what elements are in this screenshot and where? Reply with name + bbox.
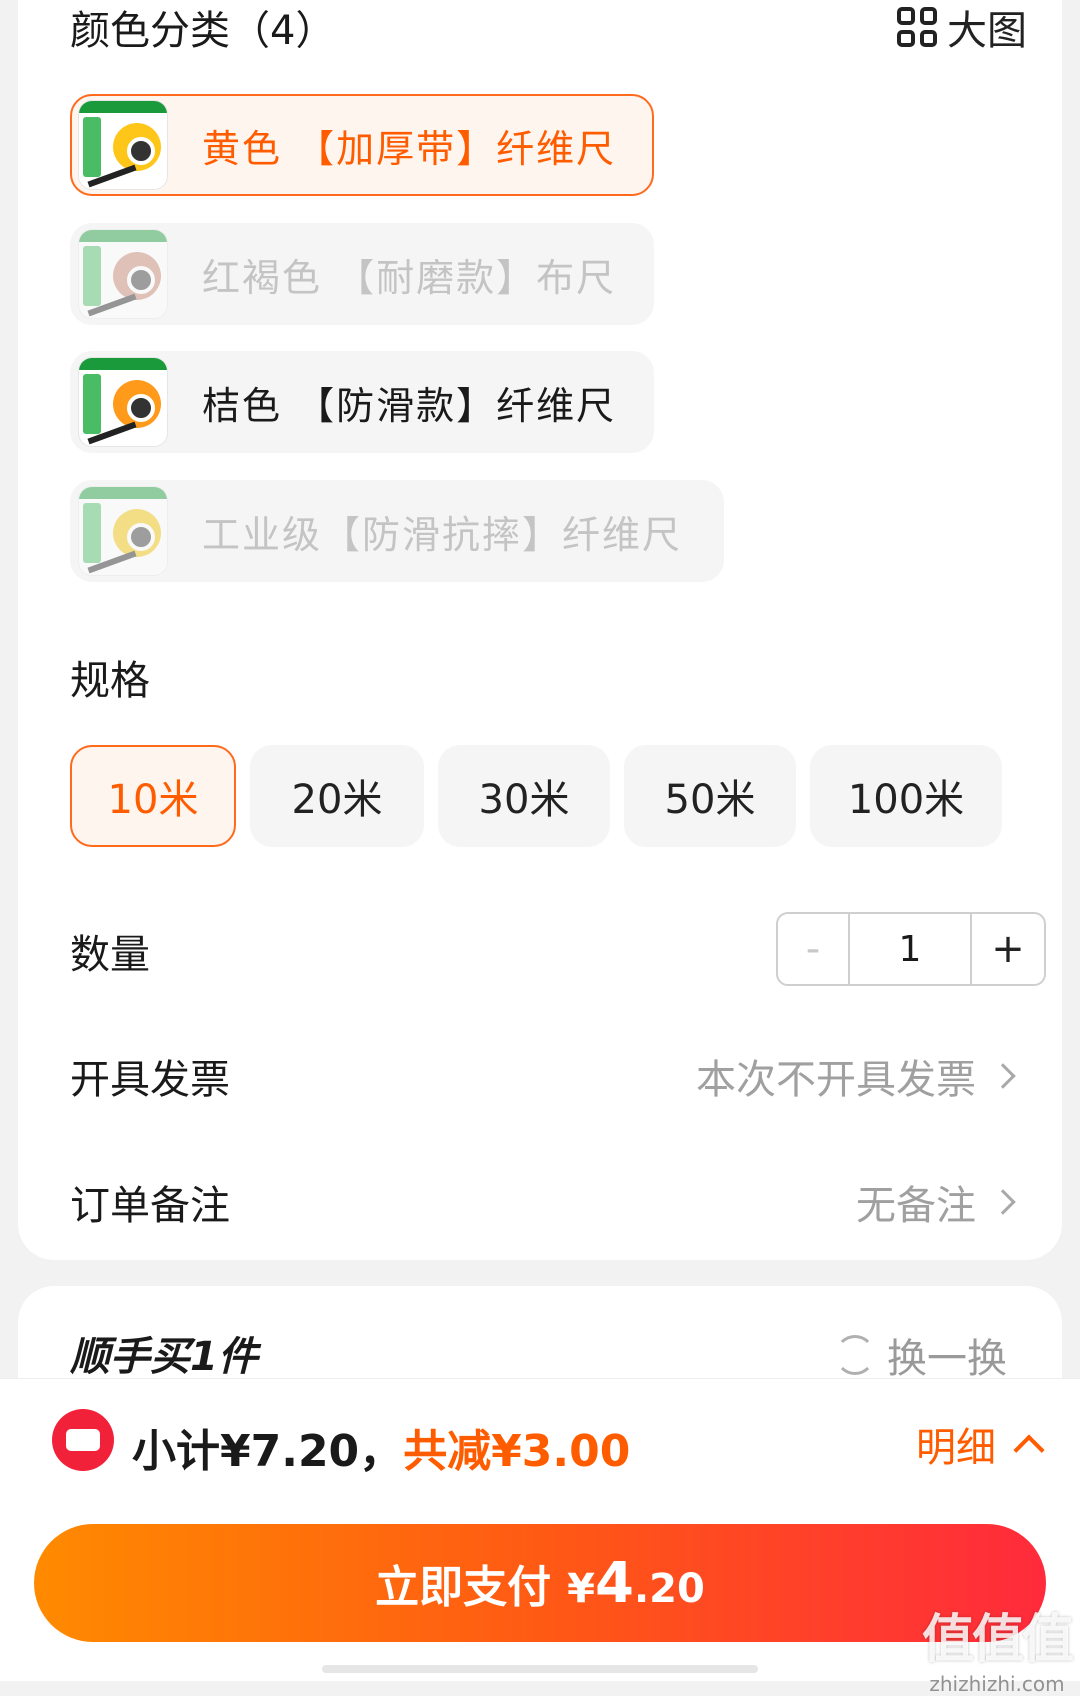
sku-selection-card: 颜色分类（4） 大图 黄色 【加厚带】纤维尺 红褐色 【耐磨款】布尺 桔色 【防…	[18, 0, 1062, 1260]
tape-reel-icon	[113, 509, 161, 557]
site-watermark: 值值值 zhizhizhi.com	[921, 1610, 1074, 1696]
pay-amount: ¥4.20	[567, 1550, 705, 1616]
color-option-label: 工业级【防滑抗摔】纤维尺	[202, 512, 683, 557]
color-option-label: 红褐色 【耐磨款】布尺	[202, 255, 617, 300]
remark-row[interactable]: 订单备注 无备注	[70, 1173, 1016, 1231]
price-detail-label: 明细	[916, 1425, 996, 1471]
tape-reel-icon	[113, 252, 161, 300]
subtotal-text: 小计¥7.20，	[132, 1426, 404, 1477]
price-summary: 小计¥7.20，共减¥3.00	[132, 1415, 630, 1479]
spec-option-10m[interactable]: 10米	[70, 745, 236, 847]
color-section-title: 颜色分类（4）	[70, 8, 336, 54]
add-on-title: 顺手买1件	[70, 1334, 258, 1380]
saving-text: 共减¥3.00	[403, 1426, 631, 1477]
coupon-icon	[52, 1409, 114, 1471]
color-option-industrial[interactable]: 工业级【防滑抗摔】纤维尺	[70, 480, 724, 582]
big-view-button[interactable]: 大图	[897, 0, 1027, 56]
quantity-plus-button[interactable]: +	[972, 914, 1044, 984]
grid-icon	[897, 7, 937, 47]
color-option-red-brown[interactable]: 红褐色 【耐磨款】布尺	[70, 223, 654, 325]
tape-reel-icon	[113, 123, 161, 171]
tape-reel-icon	[113, 380, 161, 428]
chevron-right-icon	[990, 1063, 1016, 1089]
quantity-stepper: - 1 +	[776, 912, 1046, 986]
color-option-label: 黄色 【加厚带】纤维尺	[202, 126, 617, 171]
home-indicator	[322, 1665, 758, 1673]
remark-value: 无备注	[856, 1183, 976, 1229]
quantity-minus-button[interactable]: -	[778, 914, 850, 984]
product-thumbnail	[78, 100, 168, 190]
color-option-label: 桔色 【防滑款】纤维尺	[202, 383, 617, 428]
invoice-label: 开具发票	[70, 1057, 230, 1103]
refresh-icon	[835, 1335, 875, 1375]
quantity-label: 数量	[70, 932, 150, 978]
product-thumbnail	[78, 357, 168, 447]
chevron-up-icon	[1013, 1434, 1045, 1466]
invoice-row[interactable]: 开具发票 本次不开具发票	[70, 1047, 1016, 1105]
spec-option-100m[interactable]: 100米	[810, 745, 1002, 847]
remark-label: 订单备注	[70, 1183, 230, 1229]
swap-label: 换一换	[887, 1336, 1007, 1382]
pay-now-button[interactable]: 立即支付 ¥4.20	[34, 1524, 1046, 1642]
spec-section-title: 规格	[70, 658, 150, 704]
big-view-label: 大图	[947, 8, 1027, 54]
product-thumbnail	[78, 229, 168, 319]
chevron-right-icon	[990, 1189, 1016, 1215]
spec-option-50m[interactable]: 50米	[624, 745, 796, 847]
checkout-bar: 小计¥7.20，共减¥3.00 明细 立即支付 ¥4.20 值值值 zhizhi…	[0, 1378, 1080, 1696]
spec-option-20m[interactable]: 20米	[250, 745, 424, 847]
spec-option-30m[interactable]: 30米	[438, 745, 610, 847]
price-detail-button[interactable]: 明细	[916, 1415, 1045, 1473]
quantity-value[interactable]: 1	[850, 914, 972, 984]
swap-button[interactable]: 换一换	[835, 1326, 1007, 1384]
color-option-orange[interactable]: 桔色 【防滑款】纤维尺	[70, 351, 654, 453]
invoice-value: 本次不开具发票	[696, 1057, 976, 1103]
color-option-yellow[interactable]: 黄色 【加厚带】纤维尺	[70, 94, 654, 196]
product-thumbnail	[78, 486, 168, 576]
pay-now-label: 立即支付	[375, 1562, 552, 1613]
